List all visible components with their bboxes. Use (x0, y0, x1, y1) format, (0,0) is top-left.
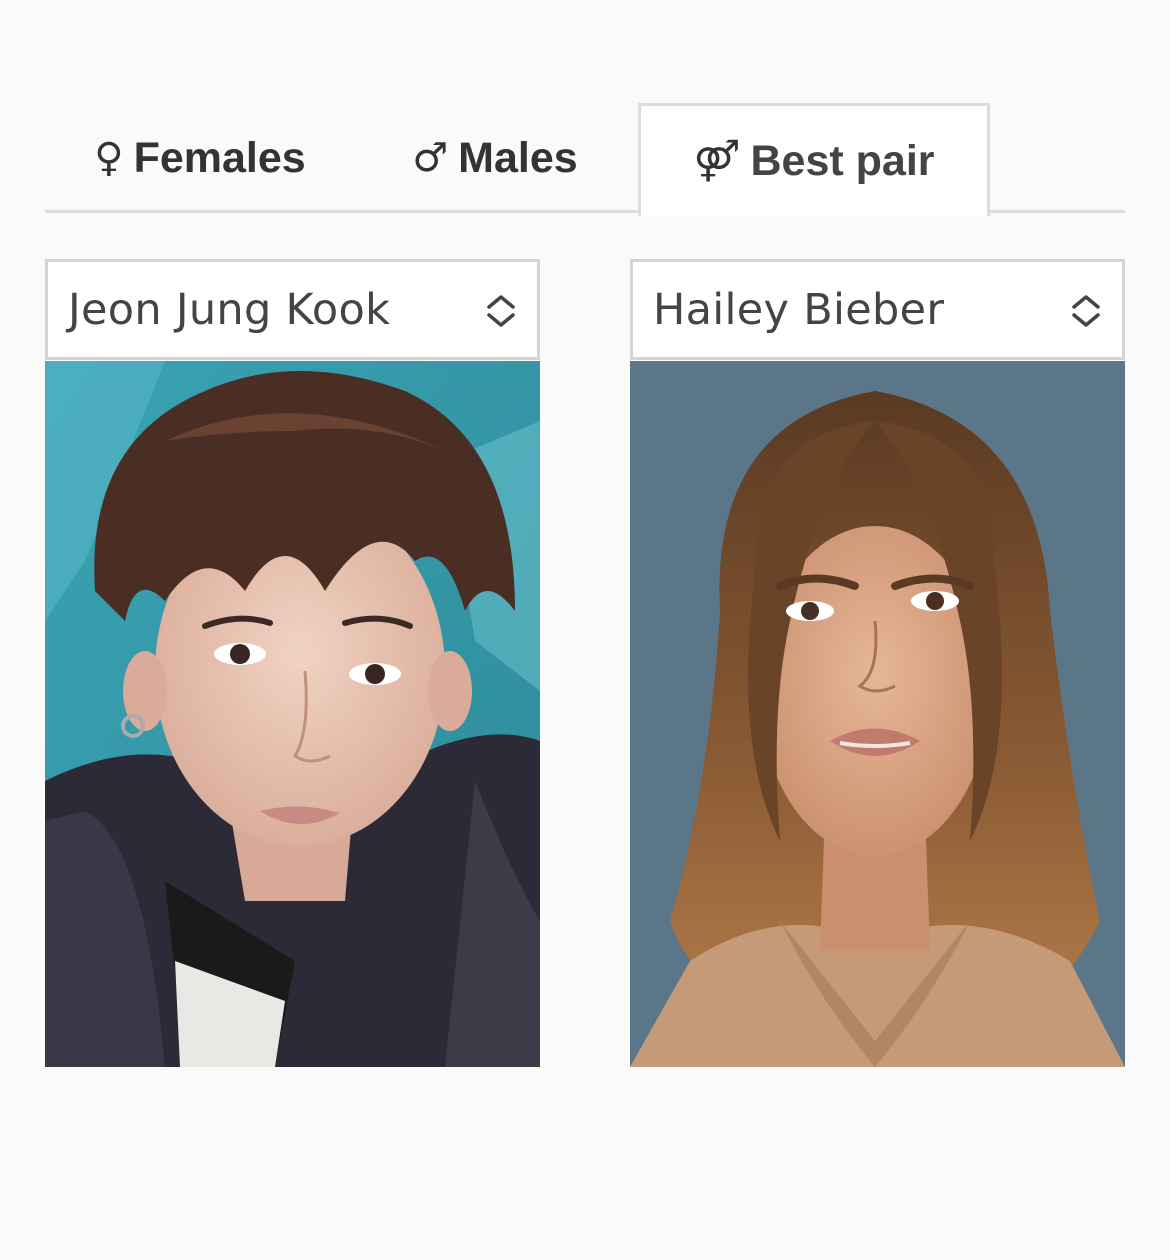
pair-icon: ⚤ (693, 138, 741, 184)
tab-females-label: Females (133, 133, 306, 182)
tab-males-label: Males (458, 133, 578, 182)
person-select-right-value: Hailey Bieber (653, 284, 945, 335)
person-select-left[interactable]: Jeon Jung Kook (45, 259, 540, 360)
tab-best-pair-label: Best pair (750, 136, 935, 185)
male-icon: ♂ (412, 135, 449, 181)
chevron-updown-icon (487, 295, 515, 327)
portrait-photo-left (45, 361, 540, 1067)
person-select-left-value: Jeon Jung Kook (68, 284, 391, 335)
female-icon: ♀ (94, 135, 124, 181)
portrait-photo-right (630, 361, 1125, 1067)
tab-females[interactable]: ♀ Females (75, 103, 325, 213)
page: ♀ Females ♂ Males ⚤ Best pair Jeon Jung … (0, 0, 1170, 1260)
tab-best-pair[interactable]: ⚤ Best pair (638, 103, 990, 216)
tab-males[interactable]: ♂ Males (395, 103, 595, 213)
person-select-right[interactable]: Hailey Bieber (630, 259, 1125, 360)
tab-bar: ♀ Females ♂ Males ⚤ Best pair (45, 103, 1125, 216)
chevron-updown-icon (1072, 295, 1100, 327)
